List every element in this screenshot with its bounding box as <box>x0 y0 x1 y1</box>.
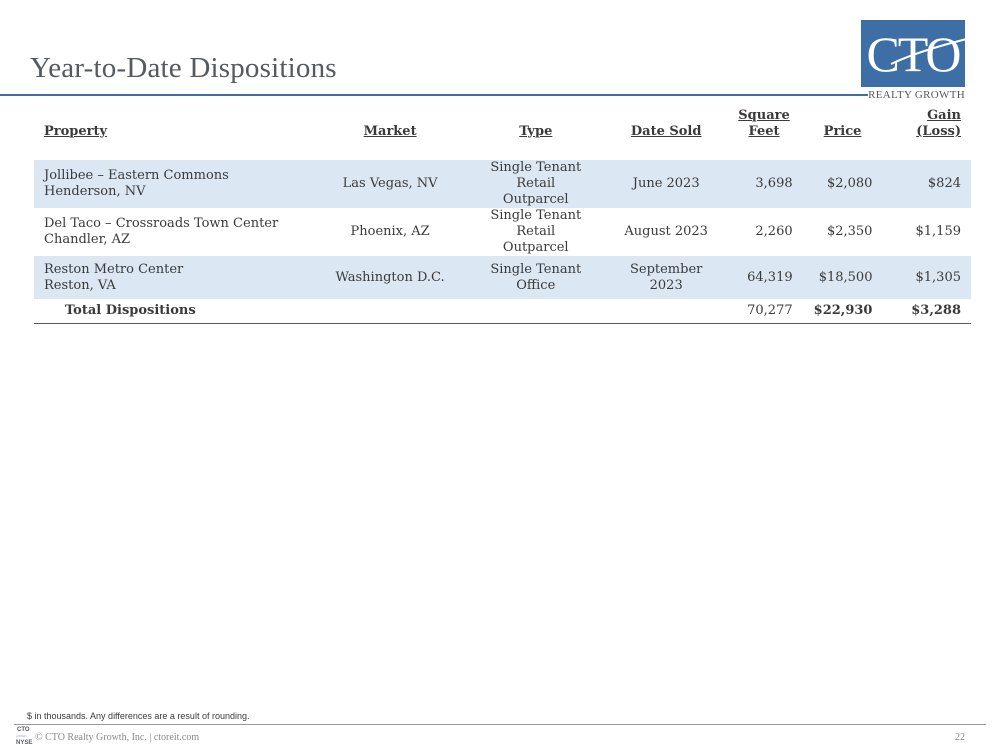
header-square-feet-line1: Square <box>738 108 790 123</box>
property-name: Del Taco – Crossroads Town Center <box>44 216 279 231</box>
cell-gain-loss: $1,305 <box>882 256 971 299</box>
property-name: Jollibee – Eastern Commons <box>44 168 229 183</box>
header-square-feet: Square Feet <box>725 108 802 160</box>
footer-logo-line2: LISTED <box>16 734 27 738</box>
cell-square-feet: 64,319 <box>725 256 803 299</box>
total-empty-date <box>606 299 726 324</box>
total-price: $22,930 <box>802 299 883 324</box>
cell-square-feet: 3,698 <box>725 160 803 208</box>
type-line2: Outparcel <box>502 240 569 255</box>
type-line1: Single Tenant Retail <box>490 160 582 191</box>
title-divider <box>0 94 868 96</box>
cell-market: Washington D.C. <box>315 256 465 299</box>
type-line1: Single Tenant Retail <box>490 208 582 239</box>
cell-type: Single Tenant Office <box>464 256 607 299</box>
property-location: Chandler, AZ <box>44 232 131 247</box>
table-row: Del Taco – Crossroads Town Center Chandl… <box>34 208 971 256</box>
total-label: Total Dispositions <box>34 299 316 324</box>
header-type: Type <box>519 124 553 139</box>
property-location: Reston, VA <box>44 277 116 293</box>
cell-market: Las Vegas, NV <box>315 160 465 208</box>
header-square-feet-line2: Feet <box>748 124 780 139</box>
cell-type: Single Tenant Retail Outparcel <box>464 160 607 208</box>
cell-property: Reston Metro Center Reston, VA <box>34 256 316 299</box>
footer-divider <box>14 724 986 725</box>
table-row: Jollibee – Eastern Commons Henderson, NV… <box>34 160 971 208</box>
header-date-sold: Date Sold <box>630 124 702 139</box>
total-square-feet: 70,277 <box>725 299 803 324</box>
cell-gain-loss: $824 <box>882 160 971 208</box>
cell-price: $18,500 <box>802 256 883 299</box>
footnote: $ in thousands. Any differences are a re… <box>27 711 250 721</box>
footer-logo-line1: CTO <box>17 727 30 733</box>
header-gain-loss: Gain (Loss) <box>916 108 961 139</box>
property-location: Henderson, NV <box>44 184 146 199</box>
header-property: Property <box>44 124 108 139</box>
page-title: Year-to-Date Dispositions <box>30 52 337 84</box>
footer-logo-line3: NYSE <box>16 740 33 746</box>
footer-logo: CTO LISTED NYSE <box>16 727 34 747</box>
cell-date-sold: September 2023 <box>606 256 726 299</box>
cell-date-sold: August 2023 <box>624 224 708 239</box>
table-row: Reston Metro Center Reston, VA Washingto… <box>34 256 971 299</box>
type-line2: Outparcel <box>502 192 569 207</box>
table-header-row: Property Market Type Date Sold Square Fe… <box>34 108 971 160</box>
cell-market: Phoenix, AZ <box>350 224 430 239</box>
property-name: Reston Metro Center <box>44 261 184 277</box>
header-market: Market <box>363 124 417 139</box>
total-empty-market <box>315 299 465 324</box>
cell-property: Jollibee – Eastern Commons Henderson, NV <box>34 160 316 208</box>
footer-copyright: © CTO Realty Growth, Inc. | ctoreit.com <box>35 732 200 743</box>
dispositions-table: Property Market Type Date Sold Square Fe… <box>34 108 971 324</box>
cell-date-sold: June 2023 <box>606 160 726 208</box>
logo-text: CTO <box>866 26 961 82</box>
cell-price: $2,080 <box>802 160 883 208</box>
header-price: Price <box>823 124 862 139</box>
cell-square-feet: 2,260 <box>755 224 793 239</box>
total-empty-type <box>464 299 607 324</box>
cell-price: $2,350 <box>826 224 873 239</box>
cell-gain-loss: $1,159 <box>915 224 962 239</box>
cell-type: Single Tenant Retail Outparcel <box>465 208 607 256</box>
cto-logo: CTO <box>861 20 965 87</box>
page-number: 22 <box>955 732 965 743</box>
total-gain-loss: $3,288 <box>882 299 971 324</box>
total-row: Total Dispositions 70,277 $22,930 $3,288 <box>34 299 971 324</box>
cell-property: Del Taco – Crossroads Town Center Chandl… <box>34 208 316 256</box>
logo-subtitle: REALTY GROWTH <box>868 89 965 101</box>
